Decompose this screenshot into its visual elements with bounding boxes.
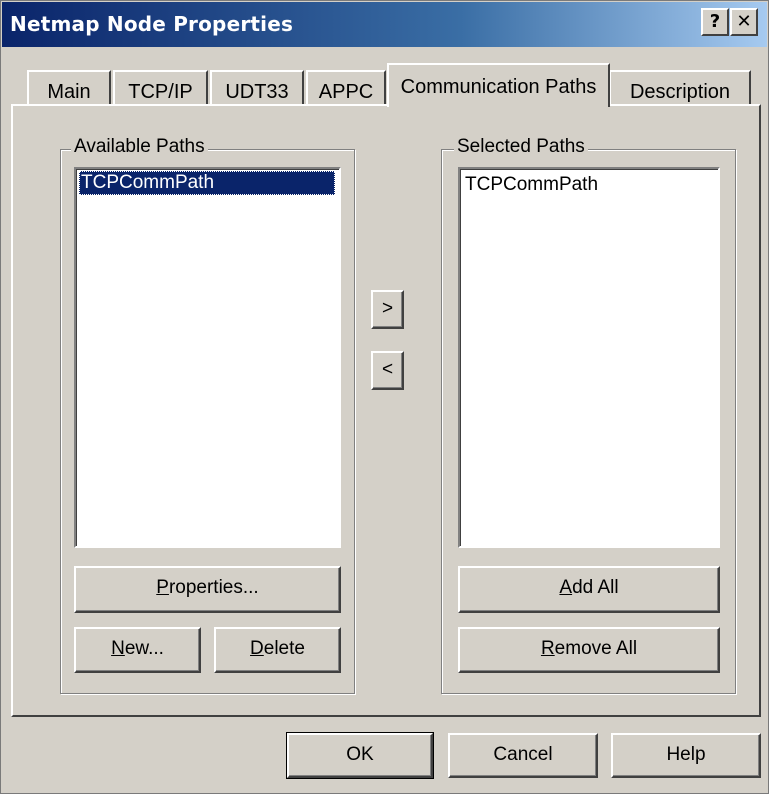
tab-main[interactable]: Main	[27, 70, 111, 105]
cancel-button[interactable]: Cancel	[448, 733, 598, 778]
tab-label: APPC	[318, 81, 374, 103]
selected-paths-list[interactable]: TCPCommPath	[458, 167, 720, 548]
delete-button[interactable]: Delete	[214, 627, 341, 673]
close-icon[interactable]: ✕	[730, 8, 758, 36]
tab-description[interactable]: Description	[609, 70, 751, 105]
title-bar[interactable]: Netmap Node Properties ? ✕	[2, 2, 767, 47]
tab-label: Description	[629, 81, 731, 103]
available-paths-group: Available Paths TCPCommPath Properties..…	[60, 136, 355, 694]
remove-all-button[interactable]: Remove All	[458, 627, 720, 673]
add-path-button[interactable]: >	[371, 290, 404, 329]
tab-label: Main	[47, 81, 91, 103]
list-item[interactable]: TCPCommPath	[79, 171, 335, 195]
window-title: Netmap Node Properties	[10, 12, 294, 36]
ok-button[interactable]: OK	[286, 732, 434, 779]
tab-label: UDT33	[225, 81, 289, 103]
tab-panel: Available Paths TCPCommPath Properties..…	[11, 104, 761, 717]
tab-udt33[interactable]: UDT33	[210, 70, 304, 105]
selected-paths-label: Selected Paths	[454, 136, 588, 158]
add-all-button[interactable]: Add All	[458, 566, 720, 613]
tab-appc[interactable]: APPC	[306, 70, 386, 105]
help-button[interactable]: Help	[611, 733, 761, 778]
dialog-window: Netmap Node Properties ? ✕ Main TCP/IP U…	[0, 0, 769, 794]
available-paths-list[interactable]: TCPCommPath	[74, 167, 341, 548]
available-paths-label: Available Paths	[71, 136, 208, 158]
tab-label: TCP/IP	[128, 81, 193, 103]
new-button[interactable]: New...	[74, 627, 201, 673]
tab-label: Communication Paths	[400, 76, 597, 98]
properties-button[interactable]: Properties...	[74, 566, 341, 613]
selected-paths-group: Selected Paths TCPCommPath Add All Remov…	[441, 136, 736, 694]
list-item[interactable]: TCPCommPath	[463, 173, 600, 197]
tab-tcp-ip[interactable]: TCP/IP	[113, 70, 208, 105]
help-icon[interactable]: ?	[701, 8, 729, 36]
tab-communication-paths[interactable]: Communication Paths	[387, 63, 610, 107]
remove-path-button[interactable]: <	[371, 351, 404, 390]
